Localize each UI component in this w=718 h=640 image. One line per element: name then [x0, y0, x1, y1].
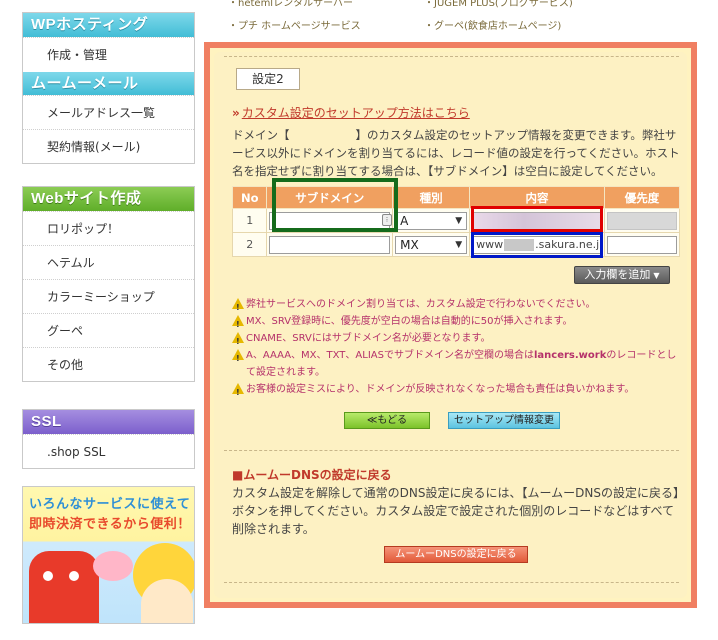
dropdown-arrow-icon: ▼	[455, 239, 463, 250]
sidebar-section-ssl: SSL .shop SSL	[22, 409, 195, 469]
top-link-goope[interactable]: ・グーペ(飲食店ホームページ)	[424, 17, 561, 32]
content-prefix: www	[476, 237, 504, 251]
note-item: A、AAAA、MX、TXT、ALIASでサブドメイン名が空欄の場合はlancer…	[232, 347, 682, 381]
red-mascot-icon	[29, 551, 99, 623]
type-select[interactable]: MX ▼	[395, 235, 468, 254]
header-priority: 優先度	[603, 186, 681, 209]
note-item: お客様の設定ミスにより、ドメインが反映されなくなった場合も責任は負いかねます。	[232, 381, 682, 401]
dropdown-arrow-icon: ▼	[455, 215, 463, 226]
warning-icon	[232, 298, 244, 316]
table-row: 1 A ▼	[231, 208, 681, 233]
subdomain-input[interactable]	[269, 235, 391, 254]
top-link-heteml[interactable]: ・hetemlレンタルサーバー	[228, 0, 353, 9]
priority-input[interactable]	[606, 235, 677, 254]
desc-part1: ドメイン【	[232, 128, 290, 142]
sidebar-item-mail-addresses[interactable]: メールアドレス一覧	[23, 95, 194, 129]
sidebar-item-shop-ssl[interactable]: .shop SSL	[23, 434, 194, 468]
warning-icon	[232, 315, 244, 333]
divider	[224, 582, 679, 583]
sidebar-item-mail-contract[interactable]: 契約情報(メール)	[23, 129, 194, 163]
triangle-down-icon: ▼	[653, 271, 660, 280]
double-chevron-icon: »	[232, 106, 240, 120]
revert-section-title: ■ムームーDNSの設定に戻る	[232, 468, 392, 482]
warning-icon	[232, 349, 244, 367]
sidebar: WPホスティング 作成・管理 ムームーメール メールアドレス一覧 契約情報(メー…	[0, 0, 200, 640]
change-setup-button[interactable]: セットアップ情報変更	[448, 412, 560, 429]
priority-input-disabled	[606, 211, 677, 230]
content-input[interactable]: www .sakura.ne.j	[472, 235, 602, 254]
howto-link[interactable]: » カスタム設定のセットアップ方法はこちら	[232, 104, 470, 121]
sidebar-item-lolipop[interactable]: ロリポップ！	[23, 211, 194, 245]
sidebar-heading-ssl: SSL	[23, 410, 194, 434]
add-row-button[interactable]: 入力欄を追加 ▼	[574, 266, 670, 284]
sidebar-section-wp-hosting: WPホスティング 作成・管理 ムームーメール メールアドレス一覧 契約情報(メー…	[22, 12, 195, 164]
dns-records-table: No サブドメイン 種別 内容 優先度 1 A ▼ 2 MX ▼ www .sa…	[231, 186, 681, 257]
banner-line1: いろんなサービスに使えて	[29, 497, 191, 512]
setting-title: 設定2	[236, 68, 300, 90]
howto-link-label: カスタム設定のセットアップ方法はこちら	[241, 106, 470, 120]
header-type: 種別	[392, 186, 471, 209]
content-input[interactable]	[472, 211, 602, 230]
sidebar-item-other[interactable]: その他	[23, 347, 194, 381]
header-content: 内容	[469, 186, 605, 209]
content-suffix: .sakura.ne.j	[535, 237, 600, 251]
header-subdomain: サブドメイン	[266, 186, 394, 209]
back-button[interactable]: ≪もどる	[344, 412, 430, 429]
sidebar-item-goope[interactable]: グーペ	[23, 313, 194, 347]
header-no: No	[231, 186, 268, 209]
top-link-jugem[interactable]: ・JUGEM PLUS(ブログサービス)	[424, 0, 573, 9]
pink-blob-icon	[93, 551, 133, 581]
row-number: 1	[231, 208, 268, 233]
add-row-label: 入力欄を追加	[584, 268, 651, 281]
yellow-mascot-face-icon	[141, 579, 193, 623]
table-header-row: No サブドメイン 種別 内容 優先度	[231, 186, 681, 209]
subdomain-input[interactable]	[269, 211, 391, 230]
sidebar-heading-website: Webサイト作成	[23, 187, 194, 211]
revert-dns-button[interactable]: ムームーDNSの設定に戻る	[384, 546, 528, 563]
setting-description: ドメイン【 】のカスタム設定のセットアップ情報を変更できます。弊社サービス以外にド…	[232, 126, 680, 180]
notes-list: 弊社サービスへのドメイン割り当ては、カスタム設定で行わないでください。 MX、S…	[232, 296, 682, 401]
promo-banner[interactable]: いろんなサービスに使えて 即時決済できるから便利！	[22, 486, 195, 624]
sidebar-heading-muumuu-mail: ムームーメール	[23, 71, 194, 95]
custom-setting-panel: 設定2 » カスタム設定のセットアップ方法はこちら ドメイン【 】のカスタム設定のセ…	[214, 52, 687, 598]
sidebar-item-manage[interactable]: 作成・管理	[23, 37, 194, 71]
input-helper-icon[interactable]: ⁝	[382, 214, 392, 226]
note-item: MX、SRV登録時に、優先度が空白の場合は自動的に50が挿入されます。	[232, 313, 682, 333]
divider	[224, 450, 679, 451]
divider	[224, 56, 679, 57]
banner-line2: 即時決済できるから便利！	[29, 517, 191, 532]
warning-icon	[232, 332, 244, 350]
revert-section-description: カスタム設定を解除して通常のDNS設定に戻るには、【ムームーDNSの設定に戻る】…	[232, 486, 679, 536]
sidebar-heading-wp-hosting: WPホスティング	[23, 13, 194, 37]
sidebar-item-colorme[interactable]: カラーミーショップ	[23, 279, 194, 313]
sidebar-item-heteml[interactable]: ヘテムル	[23, 245, 194, 279]
type-select-value: MX	[400, 237, 419, 252]
redacted-text	[504, 238, 535, 251]
table-row: 2 MX ▼ www .sakura.ne.j	[231, 232, 681, 257]
type-select[interactable]: A ▼	[395, 211, 468, 230]
warning-icon	[232, 383, 244, 401]
highlight-frame: 設定2 » カスタム設定のセットアップ方法はこちら ドメイン【 】のカスタム設定のセ…	[204, 42, 697, 608]
sidebar-section-website: Webサイト作成 ロリポップ！ ヘテムル カラーミーショップ グーペ その他	[22, 186, 195, 382]
note-item: CNAME、SRVにはサブドメイン名が必要となります。	[232, 330, 682, 350]
row-number: 2	[231, 232, 268, 257]
desc-part2: 】のカスタム設定のセットアップ情報を変更できます。弊社サービス以外にドメインを割…	[232, 128, 680, 178]
type-select-value: A	[400, 213, 409, 228]
top-link-petit[interactable]: ・プチ ホームページサービス	[228, 17, 361, 32]
note-item: 弊社サービスへのドメイン割り当ては、カスタム設定で行わないでください。	[232, 296, 682, 316]
